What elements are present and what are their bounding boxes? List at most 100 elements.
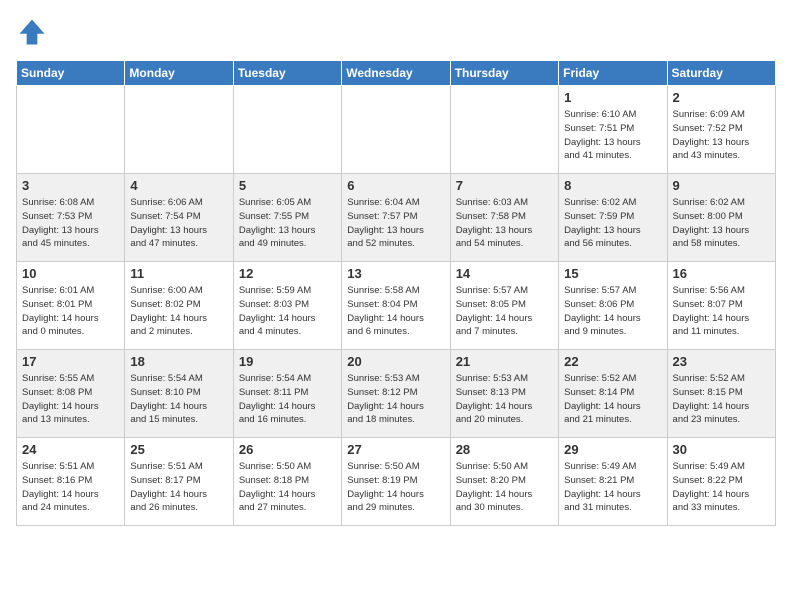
day-number: 24 (22, 442, 119, 457)
day-info: Sunrise: 6:05 AM Sunset: 7:55 PM Dayligh… (239, 196, 336, 251)
calendar-day-cell: 16Sunrise: 5:56 AM Sunset: 8:07 PM Dayli… (667, 262, 775, 350)
day-number: 14 (456, 266, 553, 281)
day-number: 4 (130, 178, 227, 193)
day-number: 10 (22, 266, 119, 281)
calendar-day-cell (17, 86, 125, 174)
day-number: 12 (239, 266, 336, 281)
calendar-day-cell: 13 Sunrise: 5:58 AM Sunset: 8:04 PM Dayli… (342, 262, 450, 350)
calendar-week-row: 1 Sunrise: 6:10 AM Sunset: 7:51 PM Daylig… (17, 86, 776, 174)
day-info: Sunrise: 6:02 AM Sunset: 8:00 PM Dayligh… (673, 196, 770, 251)
day-number: 13 (347, 266, 444, 281)
day-number: 29 (564, 442, 661, 457)
calendar-day-cell: 20 Sunrise: 5:53 AM Sunset: 8:12 PM Dayli… (342, 350, 450, 438)
day-info: Sunrise: 5:50 AM Sunset: 8:20 PM Dayligh… (456, 460, 553, 515)
day-info: Sunrise: 6:08 AM Sunset: 7:53 PM Dayligh… (22, 196, 119, 251)
calendar-day-cell: 8 Sunrise: 6:02 AM Sunset: 7:59 PM Daylig… (559, 174, 667, 262)
day-number: 28 (456, 442, 553, 457)
calendar-day-cell: 11Sunrise: 6:00 AM Sunset: 8:02 PM Dayli… (125, 262, 233, 350)
day-info: Sunrise: 5:51 AM Sunset: 8:16 PM Dayligh… (22, 460, 119, 515)
calendar-header-row: SundayMondayTuesdayWednesdayThursdayFrid… (17, 61, 776, 86)
day-number: 26 (239, 442, 336, 457)
day-of-week-header: Thursday (450, 61, 558, 86)
day-number: 19 (239, 354, 336, 369)
day-info: Sunrise: 5:58 AM Sunset: 8:04 PM Dayligh… (347, 284, 444, 339)
day-info: Sunrise: 6:06 AM Sunset: 7:54 PM Dayligh… (130, 196, 227, 251)
day-of-week-header: Saturday (667, 61, 775, 86)
day-of-week-header: Tuesday (233, 61, 341, 86)
calendar-day-cell: 30Sunrise: 5:49 AM Sunset: 8:22 PM Dayli… (667, 438, 775, 526)
day-info: Sunrise: 5:59 AM Sunset: 8:03 PM Dayligh… (239, 284, 336, 339)
day-info: Sunrise: 6:04 AM Sunset: 7:57 PM Dayligh… (347, 196, 444, 251)
day-info: Sunrise: 5:57 AM Sunset: 8:06 PM Dayligh… (564, 284, 661, 339)
calendar-day-cell: 6 Sunrise: 6:04 AM Sunset: 7:57 PM Daylig… (342, 174, 450, 262)
day-info: Sunrise: 5:55 AM Sunset: 8:08 PM Dayligh… (22, 372, 119, 427)
logo-icon (16, 16, 48, 48)
logo (16, 16, 52, 48)
calendar-day-cell: 10 Sunrise: 6:01 AM Sunset: 8:01 PM Dayli… (17, 262, 125, 350)
calendar-day-cell: 1 Sunrise: 6:10 AM Sunset: 7:51 PM Daylig… (559, 86, 667, 174)
day-number: 8 (564, 178, 661, 193)
calendar-table: SundayMondayTuesdayWednesdayThursdayFrid… (16, 60, 776, 526)
day-number: 3 (22, 178, 119, 193)
day-number: 22 (564, 354, 661, 369)
calendar-day-cell: 22 Sunrise: 5:52 AM Sunset: 8:14 PM Dayli… (559, 350, 667, 438)
day-info: Sunrise: 5:50 AM Sunset: 8:19 PM Dayligh… (347, 460, 444, 515)
calendar-day-cell: 15Sunrise: 5:57 AM Sunset: 8:06 PM Dayli… (559, 262, 667, 350)
calendar-day-cell: 24 Sunrise: 5:51 AM Sunset: 8:16 PM Dayli… (17, 438, 125, 526)
calendar-day-cell: 27 Sunrise: 5:50 AM Sunset: 8:19 PM Dayli… (342, 438, 450, 526)
day-number: 25 (130, 442, 227, 457)
day-number: 1 (564, 90, 661, 105)
day-of-week-header: Wednesday (342, 61, 450, 86)
calendar-day-cell: 14 Sunrise: 5:57 AM Sunset: 8:05 PM Dayli… (450, 262, 558, 350)
day-of-week-header: Sunday (17, 61, 125, 86)
day-number: 20 (347, 354, 444, 369)
page-header (16, 16, 776, 48)
day-number: 23 (673, 354, 770, 369)
calendar-day-cell (233, 86, 341, 174)
day-info: Sunrise: 5:49 AM Sunset: 8:21 PM Dayligh… (564, 460, 661, 515)
day-number: 6 (347, 178, 444, 193)
calendar-day-cell: 7 Sunrise: 6:03 AM Sunset: 7:58 PM Daylig… (450, 174, 558, 262)
day-info: Sunrise: 6:10 AM Sunset: 7:51 PM Dayligh… (564, 108, 661, 163)
day-info: Sunrise: 5:52 AM Sunset: 8:14 PM Dayligh… (564, 372, 661, 427)
calendar-day-cell: 9Sunrise: 6:02 AM Sunset: 8:00 PM Daylig… (667, 174, 775, 262)
calendar-day-cell: 19 Sunrise: 5:54 AM Sunset: 8:11 PM Dayli… (233, 350, 341, 438)
calendar-week-row: 17 Sunrise: 5:55 AM Sunset: 8:08 PM Dayli… (17, 350, 776, 438)
day-info: Sunrise: 5:49 AM Sunset: 8:22 PM Dayligh… (673, 460, 770, 515)
calendar-day-cell: 26 Sunrise: 5:50 AM Sunset: 8:18 PM Dayli… (233, 438, 341, 526)
day-of-week-header: Friday (559, 61, 667, 86)
day-info: Sunrise: 5:50 AM Sunset: 8:18 PM Dayligh… (239, 460, 336, 515)
day-info: Sunrise: 6:09 AM Sunset: 7:52 PM Dayligh… (673, 108, 770, 163)
day-info: Sunrise: 5:53 AM Sunset: 8:12 PM Dayligh… (347, 372, 444, 427)
calendar-day-cell: 21Sunrise: 5:53 AM Sunset: 8:13 PM Dayli… (450, 350, 558, 438)
calendar-day-cell: 17 Sunrise: 5:55 AM Sunset: 8:08 PM Dayli… (17, 350, 125, 438)
day-of-week-header: Monday (125, 61, 233, 86)
calendar-day-cell: 5 Sunrise: 6:05 AM Sunset: 7:55 PM Daylig… (233, 174, 341, 262)
day-info: Sunrise: 5:54 AM Sunset: 8:11 PM Dayligh… (239, 372, 336, 427)
day-number: 21 (456, 354, 553, 369)
calendar-day-cell (342, 86, 450, 174)
day-number: 7 (456, 178, 553, 193)
calendar-day-cell: 12 Sunrise: 5:59 AM Sunset: 8:03 PM Dayli… (233, 262, 341, 350)
calendar-day-cell (450, 86, 558, 174)
day-info: Sunrise: 6:01 AM Sunset: 8:01 PM Dayligh… (22, 284, 119, 339)
day-info: Sunrise: 5:51 AM Sunset: 8:17 PM Dayligh… (130, 460, 227, 515)
calendar-week-row: 24 Sunrise: 5:51 AM Sunset: 8:16 PM Dayli… (17, 438, 776, 526)
day-info: Sunrise: 6:00 AM Sunset: 8:02 PM Dayligh… (130, 284, 227, 339)
day-info: Sunrise: 6:02 AM Sunset: 7:59 PM Dayligh… (564, 196, 661, 251)
calendar-day-cell: 2 Sunrise: 6:09 AM Sunset: 7:52 PM Daylig… (667, 86, 775, 174)
calendar-day-cell: 18Sunrise: 5:54 AM Sunset: 8:10 PM Dayli… (125, 350, 233, 438)
day-number: 16 (673, 266, 770, 281)
day-info: Sunrise: 5:57 AM Sunset: 8:05 PM Dayligh… (456, 284, 553, 339)
calendar-day-cell: 25 Sunrise: 5:51 AM Sunset: 8:17 PM Dayli… (125, 438, 233, 526)
day-number: 17 (22, 354, 119, 369)
day-number: 27 (347, 442, 444, 457)
calendar-day-cell: 23Sunrise: 5:52 AM Sunset: 8:15 PM Dayli… (667, 350, 775, 438)
calendar-week-row: 10 Sunrise: 6:01 AM Sunset: 8:01 PM Dayli… (17, 262, 776, 350)
day-number: 2 (673, 90, 770, 105)
day-number: 5 (239, 178, 336, 193)
calendar-week-row: 3 Sunrise: 6:08 AM Sunset: 7:53 PM Daylig… (17, 174, 776, 262)
calendar-day-cell: 3 Sunrise: 6:08 AM Sunset: 7:53 PM Daylig… (17, 174, 125, 262)
calendar-day-cell: 4 Sunrise: 6:06 AM Sunset: 7:54 PM Daylig… (125, 174, 233, 262)
day-info: Sunrise: 6:03 AM Sunset: 7:58 PM Dayligh… (456, 196, 553, 251)
